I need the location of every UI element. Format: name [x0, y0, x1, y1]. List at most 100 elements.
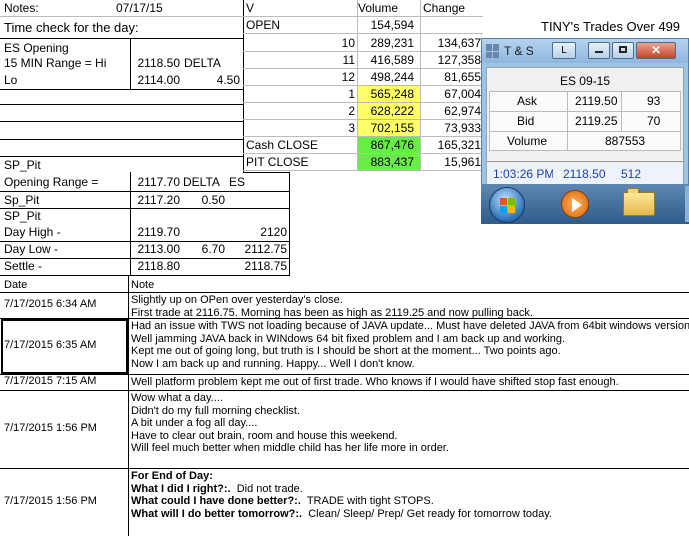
col-note: Note [131, 279, 155, 291]
maximize-icon[interactable] [612, 42, 634, 59]
volume-row-change: 62,974 [444, 104, 481, 118]
range-label: 15 MIN Range = Hi [4, 56, 107, 70]
col-change: Change [423, 1, 466, 15]
ask-label: Ask [517, 94, 538, 108]
selected-cell[interactable] [1, 319, 128, 374]
note-text: Had an issue with TWS not loading becaus… [131, 320, 689, 370]
volume-row-label: 3 [348, 121, 355, 135]
ask-price: 2119.50 [575, 94, 618, 108]
volume-row-volume: 565,248 [358, 86, 420, 102]
opening-range-label: Opening Range = [4, 175, 99, 189]
volume-row-label: 12 [341, 70, 355, 84]
volume-row-volume: 867,476 [358, 137, 420, 153]
note-line: A bit under a fog all day.... [131, 417, 258, 430]
volume-label: Volume [507, 134, 548, 148]
col-volume: Volume [358, 1, 399, 15]
note-line: Well platform problem kept me out of fir… [131, 376, 619, 388]
lo-label: Lo [4, 73, 18, 87]
settle-label: Settle - [4, 259, 43, 273]
day-low-es: 2112.75 [244, 242, 288, 256]
note-date: 7/17/2015 1:56 PM [4, 422, 97, 434]
windows-start-icon[interactable] [489, 187, 525, 223]
close-icon[interactable]: ✕ [636, 42, 676, 59]
hi-value: 2118.50 [137, 56, 181, 70]
note-line: What I did I right?:. Did not trade. [131, 483, 687, 496]
volume-row-label: Cash CLOSE [246, 138, 319, 152]
note-line-heading: What will I do better tomorrow?:. [131, 507, 303, 520]
sp-pit-value: 2117.20 [137, 193, 181, 207]
folder-icon[interactable] [623, 188, 655, 216]
sp-delta-label: DELTA [183, 175, 220, 189]
note-line: Wow what a day.... [131, 392, 223, 404]
windows-taskbar [481, 184, 689, 224]
col-date: Date [4, 279, 28, 291]
opening-range-value: 2117.70 [137, 175, 181, 189]
day-high-value: 2119.70 [137, 225, 181, 239]
note-text: Slightly up on OPen over yesterday's clo… [131, 294, 687, 319]
note-line: Well jamming JAVA back in WINdows 64 bit… [131, 332, 566, 345]
volume-row-change: 67,004 [444, 87, 481, 101]
tick-time: 1:03:26 PM [493, 167, 553, 181]
ts-quote-panel: ES 09-15 Ask 2119.50 93 Bid 2119.25 70 V… [486, 67, 684, 193]
note-line: What could I have done better?:. TRADE w… [131, 495, 687, 508]
volume-row-label: OPEN [246, 18, 281, 32]
minimize-icon[interactable] [588, 42, 610, 59]
volume-row-label: 11 [342, 53, 355, 67]
volume-row-volume: 498,244 [370, 70, 414, 84]
note-line-heading: What could I have done better?:. [131, 495, 301, 508]
note-line: Have to clear out brain, room and house … [131, 429, 398, 442]
tick-price: 2118.50 [563, 167, 606, 181]
volume-row-change: 73,933 [444, 121, 481, 135]
volume-row-volume: 289,231 [370, 36, 414, 50]
volume-row-change: 81,655 [444, 70, 481, 84]
settle-es: 2118.75 [244, 259, 288, 273]
time-check-label: Time check for the day: [4, 20, 139, 35]
volume-row-label: 10 [341, 36, 355, 50]
note-text: For End of Day: What I did I right?:. Did… [131, 470, 687, 520]
note-line: Didn't do my full morning checklist. [131, 404, 300, 417]
sp-pit-delta: 0.50 [201, 193, 225, 207]
volume-row-volume: 154,594 [370, 18, 414, 32]
sp-es-label: ES [229, 175, 246, 189]
delta-label: DELTA [184, 56, 221, 70]
note-line-text: Did not trade. [230, 482, 303, 495]
note-line: For End of Day: [131, 470, 687, 483]
media-player-icon[interactable] [561, 190, 589, 218]
note-line-text: Clean/ Sleep/ Prep/ Get ready for tomorr… [302, 507, 552, 520]
sp-pit-title: SP_Pit [4, 158, 41, 172]
bid-label: Bid [517, 114, 535, 128]
volume-row-label: PIT CLOSE [246, 155, 309, 169]
tick-size: 512 [621, 167, 642, 181]
volume-row-label: 1 [348, 87, 355, 101]
volume-row-change: 134,637 [437, 36, 481, 50]
lo-value: 2114.00 [137, 73, 181, 87]
taskbar-edge [685, 186, 689, 222]
col-v: V [246, 1, 255, 15]
ts-titlebar[interactable]: T & S L ✕ [482, 39, 688, 63]
es-opening-title: ES Opening [4, 41, 69, 55]
day-low-label: Day Low - [4, 242, 59, 256]
note-line-text: TRADE with tight STOPS. [300, 495, 434, 508]
volume-row-volume: 628,222 [358, 103, 420, 119]
volume-row-volume: 883,437 [358, 154, 420, 170]
day-high-es: 2120 [260, 225, 287, 239]
tiny-trades-title: TINY's Trades Over 499 [541, 19, 681, 34]
day-low-value: 2113.00 [137, 242, 181, 256]
note-date: 7/17/2015 1:56 PM [4, 495, 97, 507]
bid-price: 2119.25 [575, 114, 618, 128]
note-line-heading: What I did I right?:. [131, 482, 231, 495]
notes-label: Notes: [4, 1, 39, 15]
volume-row-volume: 416,589 [370, 53, 414, 67]
ts-app-icon [486, 44, 500, 58]
note-date: 7/17/2015 6:34 AM [4, 298, 97, 310]
note-text: Wow what a day.... Didn't do my full morn… [131, 392, 687, 455]
l-button[interactable]: L [552, 42, 576, 59]
day-low-delta: 6.70 [201, 242, 225, 256]
note-line: Now I am back up and running. Happy... W… [131, 357, 415, 370]
note-line: Slightly up on OPen over yesterday's clo… [131, 294, 343, 306]
note-line: What will I do better tomorrow?:. Clean/… [131, 508, 687, 521]
ts-symbol: ES 09-15 [559, 74, 611, 88]
note-line: Will feel much better when middle child … [131, 442, 449, 455]
settle-value: 2118.80 [137, 259, 181, 273]
sp-pit-title-2: SP_Pit [4, 209, 41, 223]
